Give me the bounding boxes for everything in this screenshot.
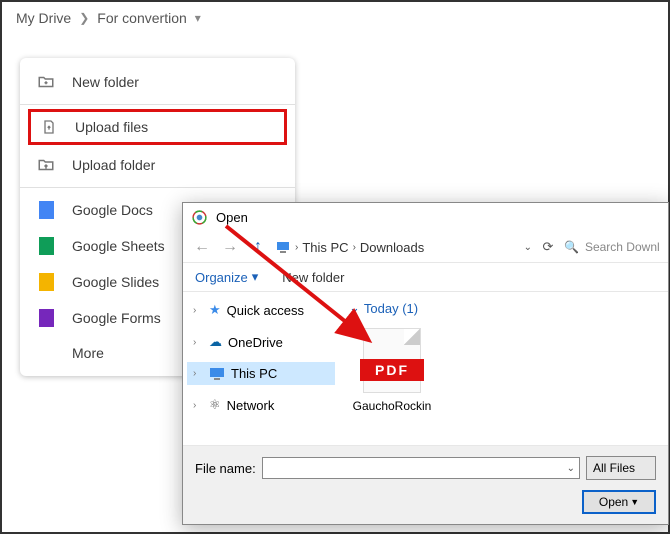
expand-icon[interactable]: › [193,337,203,348]
expand-icon[interactable]: › [193,368,203,379]
organize-label: Organize [195,270,248,285]
star-icon: ★ [209,302,221,318]
forward-button[interactable]: → [219,236,241,258]
nav-tree: › ★ Quick access › ☁ OneDrive › This PC … [183,292,339,445]
separator [20,104,295,105]
dropdown-icon[interactable]: ▾ [195,11,201,25]
pdf-icon: PDF [363,328,421,393]
chevron-right-icon: › [295,242,298,253]
path-segment[interactable]: Downloads [360,240,424,255]
menu-label: Google Sheets [72,238,165,254]
menu-label: Upload files [75,119,148,135]
file-name-label: GauchoRockin [347,399,437,413]
slides-icon [36,273,56,291]
menu-new-folder[interactable]: New folder [20,64,295,100]
filetype-filter[interactable]: All Files [586,456,656,480]
expand-icon[interactable]: › [193,305,203,316]
dialog-footer: File name: ⌄ All Files Open ▼ [183,445,668,524]
search-icon: 🔍 [564,240,579,254]
tree-label: Network [227,398,275,413]
collapse-icon[interactable]: ⌄ [349,300,360,316]
folder-plus-icon [36,73,56,91]
app-icon [191,209,208,226]
menu-label: New folder [72,74,139,90]
tree-quick-access[interactable]: › ★ Quick access [187,298,335,322]
menu-label: Google Slides [72,274,159,290]
breadcrumb: My Drive ❯ For convertion ▾ [2,2,668,34]
new-folder-button[interactable]: New folder [282,270,344,285]
tree-label: Quick access [227,303,304,318]
filename-label: File name: [195,461,256,476]
tree-network[interactable]: › ⚛ Network [187,393,335,417]
chevron-right-icon: › [353,242,356,253]
file-list[interactable]: ⌄ Today (1) PDF GauchoRockin [339,292,668,445]
dialog-nav: ← → ↑ › This PC › Downloads ⌄ ⟳ 🔍 Search… [183,232,668,262]
tree-this-pc[interactable]: › This PC [187,362,335,385]
open-file-dialog: Open ← → ↑ › This PC › Downloads ⌄ ⟳ 🔍 S… [182,202,669,525]
sheets-icon [36,237,56,255]
address-bar[interactable]: › This PC › Downloads ⌄ [275,239,532,255]
expand-icon[interactable]: › [193,400,203,411]
menu-label: Upload folder [72,157,155,173]
tree-label: OneDrive [228,335,283,350]
search-placeholder: Search Downloads [585,240,660,254]
chevron-right-icon: ❯ [79,11,89,25]
file-upload-icon [39,118,59,136]
filename-input[interactable]: ⌄ [262,457,580,479]
back-button[interactable]: ← [191,236,213,258]
split-dropdown-icon[interactable]: ▼ [630,497,639,507]
tree-onedrive[interactable]: › ☁ OneDrive [187,330,335,354]
open-button-label: Open [599,495,628,509]
group-header[interactable]: ⌄ Today (1) [347,296,660,320]
menu-upload-files[interactable]: Upload files [28,109,287,145]
organize-menu[interactable]: Organize ▾ [195,269,258,285]
folder-upload-icon [36,156,56,174]
breadcrumb-folder[interactable]: For convertion [97,10,186,26]
menu-label: More [72,345,104,361]
path-segment[interactable]: This PC [302,240,348,255]
menu-upload-folder[interactable]: Upload folder [20,147,295,183]
menu-label: Google Forms [72,310,161,326]
path-dropdown-icon[interactable]: ⌄ [524,242,532,253]
open-button[interactable]: Open ▼ [582,490,656,514]
file-item[interactable]: PDF GauchoRockin [347,328,437,413]
refresh-button[interactable]: ⟳ [538,239,558,255]
dialog-titlebar: Open [183,203,668,232]
separator [20,187,295,188]
forms-icon [36,309,56,327]
network-icon: ⚛ [209,397,221,413]
search-box[interactable]: 🔍 Search Downloads [564,240,660,254]
monitor-icon [209,367,225,381]
tree-label: This PC [231,366,277,381]
docs-icon [36,201,56,219]
cloud-icon: ☁ [209,334,222,350]
dropdown-icon: ▾ [252,269,259,285]
dialog-title: Open [216,210,248,225]
menu-label: Google Docs [72,202,153,218]
group-label: Today (1) [364,301,418,316]
filter-label: All Files [593,461,635,475]
up-button[interactable]: ↑ [247,236,269,258]
breadcrumb-root[interactable]: My Drive [16,10,71,26]
thispc-path-icon [275,239,291,255]
dialog-toolbar: Organize ▾ New folder [183,262,668,292]
pdf-badge: PDF [360,359,424,381]
